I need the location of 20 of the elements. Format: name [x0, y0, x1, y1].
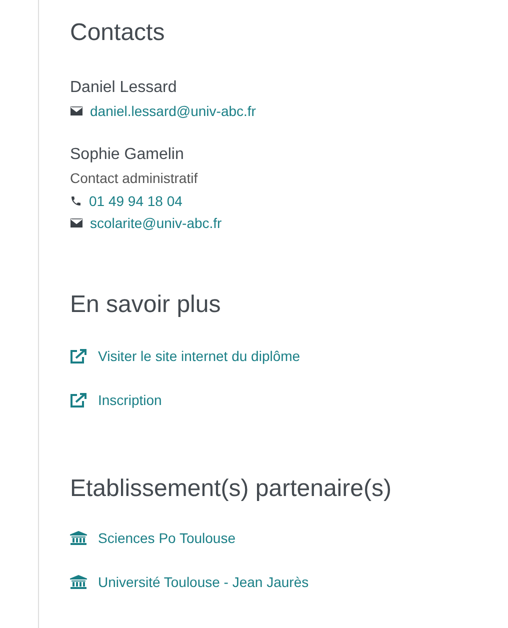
external-link[interactable]: Visiter le site internet du diplôme	[98, 346, 300, 366]
external-link-icon	[70, 348, 87, 364]
partner-link[interactable]: Université Toulouse - Jean Jaurès	[98, 572, 309, 592]
institution-icon	[70, 531, 87, 545]
partner-link[interactable]: Sciences Po Toulouse	[98, 528, 236, 548]
external-link[interactable]: Inscription	[98, 390, 162, 410]
external-link-icon	[70, 392, 87, 408]
institution-icon	[70, 575, 87, 589]
contact-name: Sophie Gamelin	[70, 145, 185, 165]
contact-name: Daniel Lessard	[70, 78, 178, 98]
section-heading: Etablissement(s) partenaire(s)	[70, 475, 392, 503]
envelope-icon	[70, 218, 83, 228]
phone-link[interactable]: 01 49 94 18 04	[89, 190, 182, 212]
section-heading: En savoir plus	[70, 291, 222, 319]
contact-role: Contact administratif	[70, 169, 199, 188]
envelope-icon	[70, 106, 83, 116]
phone-icon	[70, 195, 82, 207]
email-link[interactable]: daniel.lessard@univ-abc.fr	[90, 100, 256, 122]
section-heading: Contacts	[70, 19, 166, 47]
email-link[interactable]: scolarite@univ-abc.fr	[90, 212, 222, 234]
